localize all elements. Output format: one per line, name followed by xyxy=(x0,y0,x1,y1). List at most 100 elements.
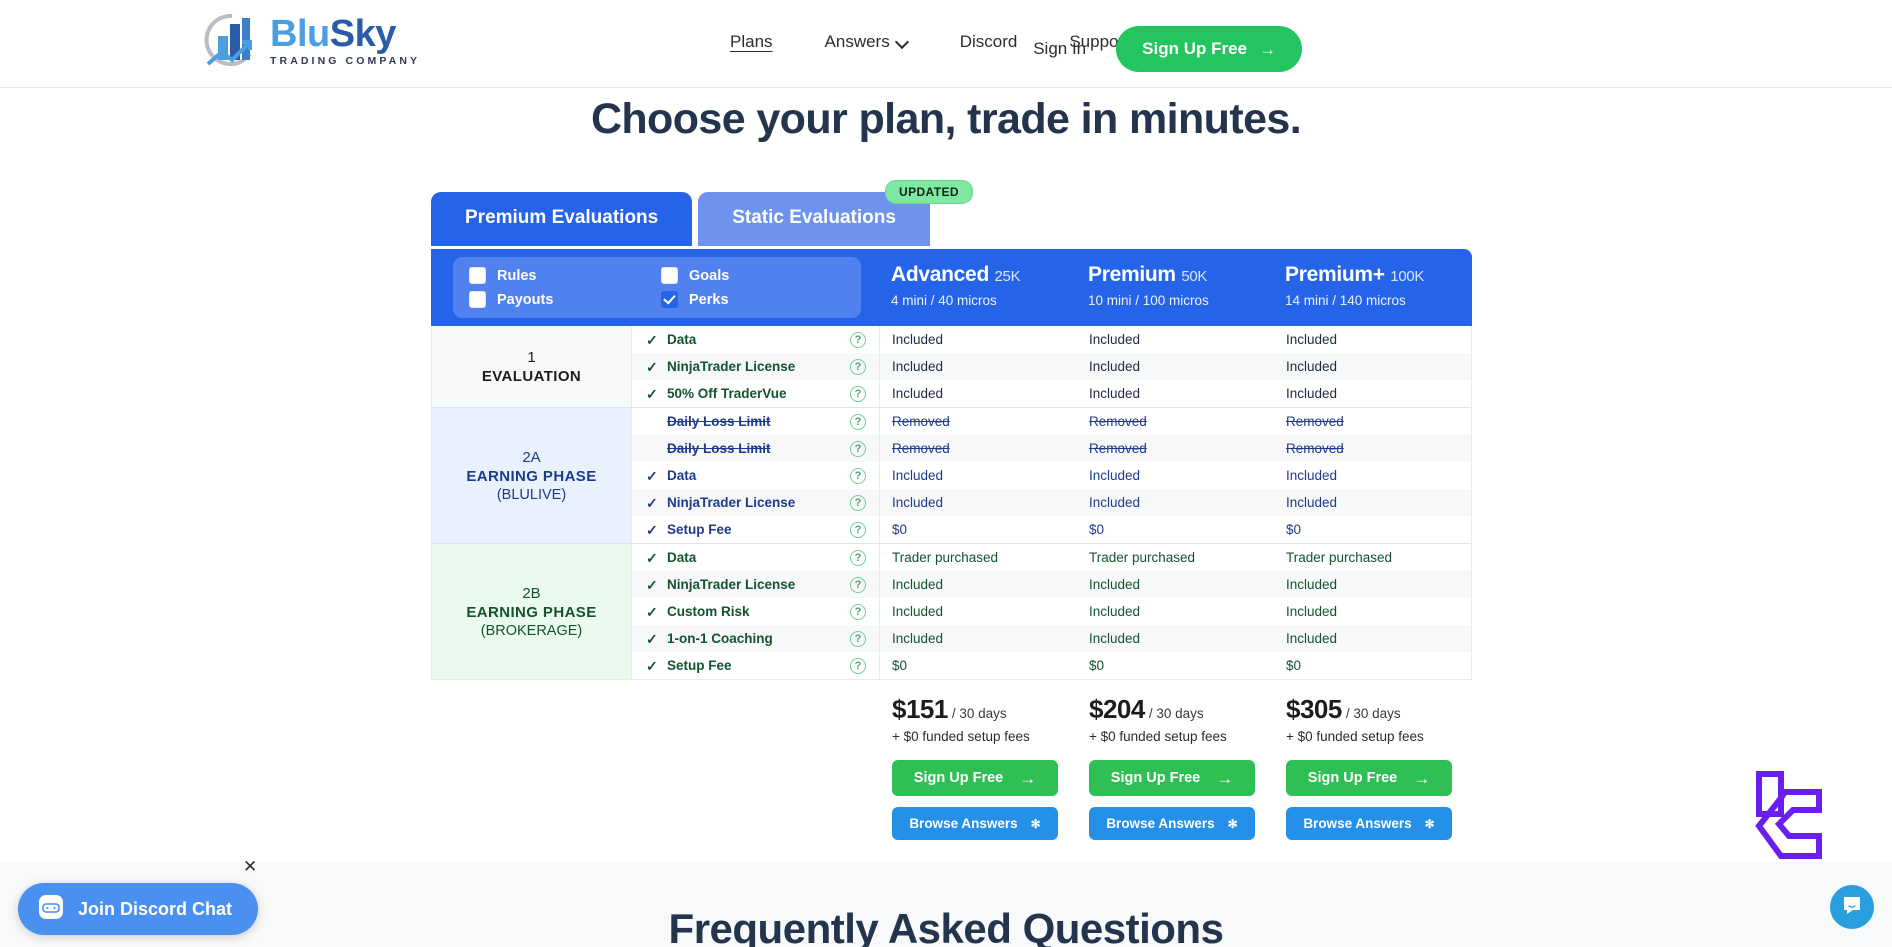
help-icon[interactable]: ? xyxy=(850,494,866,511)
sign-up-label-advanced: Sign Up Free xyxy=(913,770,1004,786)
value-cell-plan-1: Included xyxy=(892,604,944,619)
help-icon[interactable]: ? xyxy=(850,521,866,538)
value-cell-plan-3: $0 xyxy=(1286,522,1302,537)
value-cell-plan-1: $0 xyxy=(892,658,908,673)
feature-cell: ✓ Custom Risk? xyxy=(632,598,880,625)
help-icon[interactable]: ? xyxy=(850,440,866,457)
sign-up-label-premium-plus: Sign Up Free xyxy=(1307,770,1398,786)
help-icon[interactable]: ? xyxy=(850,576,866,593)
feature-name: Custom Risk xyxy=(667,604,750,619)
plan-type-tabs: Premium Evaluations Static Evaluations xyxy=(431,192,930,246)
feature-cell: Daily Loss Limit? xyxy=(632,435,880,462)
sign-up-button-premium[interactable]: Sign Up Free → xyxy=(1089,760,1255,796)
browse-answers-button-advanced[interactable]: Browse Answers ✻ xyxy=(892,807,1058,840)
plan-contracts-advanced: 4 mini / 40 micros xyxy=(891,293,997,308)
nav-item-plans[interactable]: Plans xyxy=(730,32,773,52)
header-sign-up-label: Sign Up Free xyxy=(1142,39,1247,58)
table-row: ✓ 50% Off TraderVue? Included Included Inclu… xyxy=(632,380,1471,407)
table-row: ✓ Setup Fee? $0 $0 $0 xyxy=(632,652,1471,679)
join-discord-chat-button[interactable]: Join Discord Chat xyxy=(18,883,259,935)
phase-block-1: 1 EVALUATION ✓ Data? Included Included Include… xyxy=(432,326,1471,407)
nav-item-answers[interactable]: Answers xyxy=(825,32,908,52)
help-icon[interactable]: ? xyxy=(850,603,866,620)
value-cell-plan-2: Included xyxy=(1089,359,1141,374)
site-logo[interactable]: BluSky TRADING COMPANY xyxy=(202,10,420,72)
value-cell-plan-2: $0 xyxy=(1089,658,1105,673)
help-icon[interactable]: ? xyxy=(850,331,866,348)
plan-name-advanced: Advanced xyxy=(891,263,989,286)
chat-bubble-icon xyxy=(1841,894,1863,921)
help-icon[interactable]: ? xyxy=(850,385,866,402)
phase-name: EVALUATION xyxy=(481,367,582,385)
tab-premium-evaluations[interactable]: Premium Evaluations xyxy=(431,192,693,246)
price-period-advanced: / 30 days xyxy=(951,706,1007,721)
nav-item-discord[interactable]: Discord xyxy=(960,32,1018,52)
checkbox-goals[interactable] xyxy=(661,267,678,284)
value-cell-plan-1: Included xyxy=(892,468,944,483)
plan-name-premium-plus: Premium+ xyxy=(1285,263,1385,286)
check-icon: ✓ xyxy=(646,467,658,484)
checkbox-payouts[interactable] xyxy=(469,291,486,308)
help-icon[interactable]: ? xyxy=(850,549,866,566)
close-discord-widget-icon[interactable]: ✕ xyxy=(243,857,257,877)
help-icon[interactable]: ? xyxy=(850,358,866,375)
feature-name: Data xyxy=(667,550,697,565)
value-cell-plan-2: Removed xyxy=(1089,441,1147,456)
logo-tagline: TRADING COMPANY xyxy=(270,55,421,68)
phase-name: EARNING PHASE xyxy=(466,603,597,621)
arrow-right-icon: → xyxy=(1259,39,1276,59)
filter-goals[interactable]: Goals xyxy=(661,267,845,284)
value-cell-plan-1: Trader purchased xyxy=(892,550,999,565)
setup-fees-premium: + $0 funded setup fees xyxy=(1089,729,1227,744)
phase-label-2b: 2B EARNING PHASE (BROKERAGE) xyxy=(432,544,632,679)
table-row: ✓ NinjaTrader License? Included Included Inc… xyxy=(632,571,1471,598)
browse-answers-label-premium: Browse Answers xyxy=(1106,816,1215,831)
check-icon: ✓ xyxy=(646,521,658,538)
updated-badge: UPDATED xyxy=(885,180,973,204)
feature-cell: ✓ NinjaTrader License? xyxy=(632,353,880,380)
browse-answers-button-premium-plus[interactable]: Browse Answers ✻ xyxy=(1286,807,1452,840)
feature-name: Setup Fee xyxy=(667,658,732,673)
phase-rows: ✓ Data? Included Included Included ✓ NinjaTrad… xyxy=(632,326,1471,407)
pricing-table: Rules Goals Payouts Perks Advanced 25K 4… xyxy=(431,249,1472,862)
plan-name-premium: Premium xyxy=(1088,263,1176,286)
filter-perks[interactable]: Perks xyxy=(661,291,845,308)
watermark-logo-icon xyxy=(1749,768,1849,878)
pricing-cta-row: $151 / 30 days + $0 funded setup fees Si… xyxy=(431,680,1472,862)
help-icon[interactable]: ? xyxy=(850,467,866,484)
help-icon[interactable]: ? xyxy=(850,630,866,647)
filter-payouts[interactable]: Payouts xyxy=(469,291,653,308)
sign-up-label-premium: Sign Up Free xyxy=(1110,770,1201,786)
check-icon: ✓ xyxy=(646,657,658,674)
cta-column-advanced: $151 / 30 days + $0 funded setup fees Si… xyxy=(880,694,1077,840)
value-cell-plan-3: $0 xyxy=(1286,658,1302,673)
price-period-premium-plus: / 30 days xyxy=(1345,706,1401,721)
sign-up-button-premium-plus[interactable]: Sign Up Free → xyxy=(1286,760,1452,796)
value-cell-plan-3: Included xyxy=(1286,577,1338,592)
sign-up-button-advanced[interactable]: Sign Up Free → xyxy=(892,760,1058,796)
feature-cell: ✓ Setup Fee? xyxy=(632,652,880,679)
browse-answers-button-premium[interactable]: Browse Answers ✻ xyxy=(1089,807,1255,840)
feature-cell: ✓ NinjaTrader License? xyxy=(632,489,880,516)
phase-rows: ✓ Data? Trader purchased Trader purchased Tr… xyxy=(632,544,1471,679)
value-cell-plan-2: Included xyxy=(1089,577,1141,592)
plan-size-premium: 50K xyxy=(1181,268,1208,285)
intercom-chat-button[interactable] xyxy=(1830,885,1874,929)
value-cell-plan-2: $0 xyxy=(1089,522,1105,537)
help-icon[interactable]: ? xyxy=(850,657,866,674)
check-icon: ✓ xyxy=(646,603,658,620)
header-sign-up-button[interactable]: Sign Up Free → xyxy=(1116,26,1302,72)
sign-in-link[interactable]: Sign In xyxy=(1033,39,1086,59)
value-cell-plan-1: Included xyxy=(892,386,944,401)
value-cell-plan-2: Included xyxy=(1089,386,1141,401)
checkbox-perks[interactable] xyxy=(661,291,678,308)
join-discord-chat-label: Join Discord Chat xyxy=(78,898,233,919)
pricing-table-body: 1 EVALUATION ✓ Data? Included Included Include… xyxy=(431,326,1472,680)
phase-number: 1 xyxy=(527,348,536,366)
value-cell-plan-2: Included xyxy=(1089,631,1141,646)
checkbox-rules[interactable] xyxy=(469,267,486,284)
nav-label-discord: Discord xyxy=(959,32,1018,51)
phase-block-2a: 2A EARNING PHASE (BLULIVE) Daily Loss Limit… xyxy=(432,407,1471,543)
filter-rules[interactable]: Rules xyxy=(469,267,653,284)
help-icon[interactable]: ? xyxy=(850,413,866,430)
